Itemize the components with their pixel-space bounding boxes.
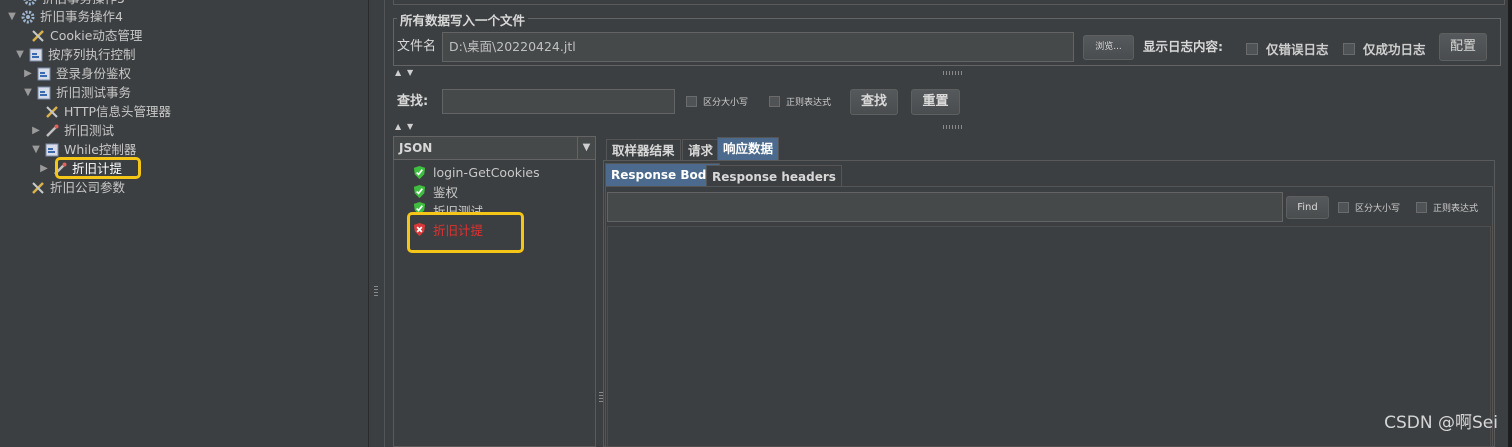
collapse-bar[interactable]: ▲ ▼ — [393, 68, 1501, 78]
controller-icon — [36, 85, 52, 101]
tree-toggle[interactable]: ▶ — [22, 65, 34, 83]
regex-label: 正则表达式 — [1433, 204, 1479, 214]
success-only-checkbox[interactable]: 仅成功日志 — [1343, 39, 1426, 58]
wrench-icon — [30, 28, 46, 44]
find-button[interactable]: 查找 — [850, 89, 898, 115]
configure-button[interactable]: 配置 — [1439, 33, 1487, 61]
checkbox-box[interactable] — [1416, 202, 1427, 213]
regex-label: 正则表达式 — [786, 98, 832, 108]
checkbox-box[interactable] — [686, 96, 697, 107]
tree-item-label: 折旧事务操作4 — [40, 9, 123, 24]
reset-button[interactable]: 重置 — [911, 89, 960, 115]
tree-item-transaction-5[interactable]: 折旧事务操作5 — [8, 0, 125, 8]
tree-item-label: 按序列执行控制 — [48, 47, 136, 62]
case-label: 区分大小写 — [1355, 204, 1401, 214]
tree-item-label: 折旧事务操作5 — [42, 0, 125, 8]
response-find-input[interactable] — [607, 192, 1283, 222]
tree-item-label: Cookie动态管理 — [50, 28, 143, 43]
tree-item-label: 折旧测试 — [64, 123, 115, 138]
tree-item-login-auth[interactable]: ▶ 登录身份鉴权 — [22, 65, 131, 83]
tab-response-data[interactable]: 响应数据 — [717, 137, 780, 161]
chevron-down-icon[interactable]: ▼ — [577, 137, 595, 159]
response-content-area[interactable] — [607, 226, 1491, 447]
splitter-grip[interactable] — [374, 286, 378, 298]
highlight-box-sample — [407, 212, 524, 253]
checkbox-box[interactable] — [1338, 202, 1349, 213]
collapse-down-icon[interactable]: ▼ — [407, 122, 413, 132]
sample-label: 鉴权 — [433, 184, 459, 200]
log-content-label: 显示日志内容: — [1143, 39, 1223, 54]
tab-request[interactable]: 请求 — [682, 139, 720, 161]
filename-input[interactable]: D:\桌面\20220424.jtl — [442, 32, 1074, 62]
tree-toggle[interactable]: ▼ — [14, 46, 26, 64]
tree-toggle[interactable]: ▼ — [6, 8, 18, 26]
test-plan-tree: 折旧事务操作5 ▼ 折旧事务操作4 Cookie动态管理 ▼ 按序列执行控制 ▶… — [0, 0, 368, 447]
checkbox-box[interactable] — [769, 96, 780, 107]
response-find-button[interactable]: Find — [1286, 196, 1329, 219]
splitter-grip[interactable] — [943, 125, 963, 129]
gear-icon — [22, 0, 38, 7]
response-case-checkbox[interactable]: 区分大小写 — [1338, 201, 1400, 214]
vertical-splitter[interactable] — [368, 0, 384, 447]
browse-button[interactable]: 浏览... — [1083, 35, 1134, 60]
gear-icon — [20, 9, 36, 25]
success-only-label: 仅成功日志 — [1363, 42, 1426, 57]
top-divider — [393, 0, 1505, 5]
tree-item-test-transaction[interactable]: ▼ 折旧测试事务 — [22, 84, 131, 102]
search-case-checkbox[interactable]: 区分大小写 — [686, 95, 748, 108]
sample-result-list: login-GetCookies 鉴权 折旧测试 折旧计提 — [393, 160, 596, 447]
success-shield-icon — [413, 165, 426, 179]
collapse-bar[interactable]: ▲ ▼ — [393, 122, 1501, 132]
filename-label: 文件名 — [397, 39, 437, 54]
window-edge — [1508, 0, 1512, 447]
collapse-down-icon[interactable]: ▼ — [407, 68, 413, 78]
sample-label: login-GetCookies — [433, 164, 540, 180]
success-shield-icon — [413, 184, 426, 198]
tab-response-headers[interactable]: Response headers — [706, 165, 842, 186]
tab-response-body[interactable]: Response Body — [605, 163, 721, 186]
tree-toggle[interactable]: ▶ — [38, 160, 50, 178]
tree-item-depreciation-test[interactable]: ▶ 折旧测试 — [30, 122, 114, 140]
renderer-selected: JSON — [399, 141, 433, 155]
search-label: 查找: — [397, 94, 429, 109]
collapse-up-icon[interactable]: ▲ — [395, 122, 401, 132]
fieldset-legend: 所有数据写入一个文件 — [397, 10, 529, 29]
sample-item[interactable]: login-GetCookies — [412, 163, 540, 181]
tree-item-cookie-manager[interactable]: Cookie动态管理 — [16, 27, 142, 45]
pipette-icon — [44, 123, 60, 139]
highlight-box-tree — [55, 157, 141, 179]
tree-toggle[interactable]: ▶ — [30, 122, 42, 140]
tree-item-company-params[interactable]: 折旧公司参数 — [16, 179, 125, 197]
errors-only-label: 仅错误日志 — [1266, 42, 1329, 57]
controller-icon — [36, 66, 52, 82]
tree-toggle[interactable]: ▼ — [22, 84, 34, 102]
tree-item-label: 折旧测试事务 — [56, 85, 132, 100]
checkbox-box[interactable] — [1246, 42, 1258, 55]
search-input[interactable] — [442, 89, 675, 114]
results-panel: 所有数据写入一个文件 文件名 D:\桌面\20220424.jtl 浏览... … — [384, 0, 1512, 447]
renderer-dropdown[interactable]: JSON ▼ — [393, 136, 596, 160]
tree-item-label: 登录身份鉴权 — [56, 66, 132, 81]
collapse-up-icon[interactable]: ▲ — [395, 68, 401, 78]
response-regex-checkbox[interactable]: 正则表达式 — [1416, 201, 1478, 214]
controller-icon — [44, 142, 60, 158]
tree-toggle[interactable]: ▼ — [30, 141, 42, 159]
wrench-icon — [30, 180, 46, 196]
tree-item-label: HTTP信息头管理器 — [64, 104, 171, 119]
tree-item-sequence-controller[interactable]: ▼ 按序列执行控制 — [14, 46, 136, 64]
tab-sampler-result[interactable]: 取样器结果 — [606, 139, 681, 161]
watermark: CSDN @啊Sei — [1384, 413, 1498, 433]
sample-item[interactable]: 鉴权 — [412, 182, 458, 200]
tree-item-transaction-4[interactable]: ▼ 折旧事务操作4 — [6, 8, 123, 26]
controller-icon — [28, 47, 44, 63]
wrench-icon — [44, 104, 60, 120]
tree-item-label: 折旧公司参数 — [50, 180, 126, 195]
checkbox-box[interactable] — [1343, 42, 1355, 55]
tree-item-http-header-manager[interactable]: HTTP信息头管理器 — [30, 103, 171, 121]
search-regex-checkbox[interactable]: 正则表达式 — [769, 95, 831, 108]
splitter-grip[interactable] — [943, 71, 963, 75]
case-label: 区分大小写 — [703, 98, 749, 108]
errors-only-checkbox[interactable]: 仅错误日志 — [1246, 39, 1329, 58]
